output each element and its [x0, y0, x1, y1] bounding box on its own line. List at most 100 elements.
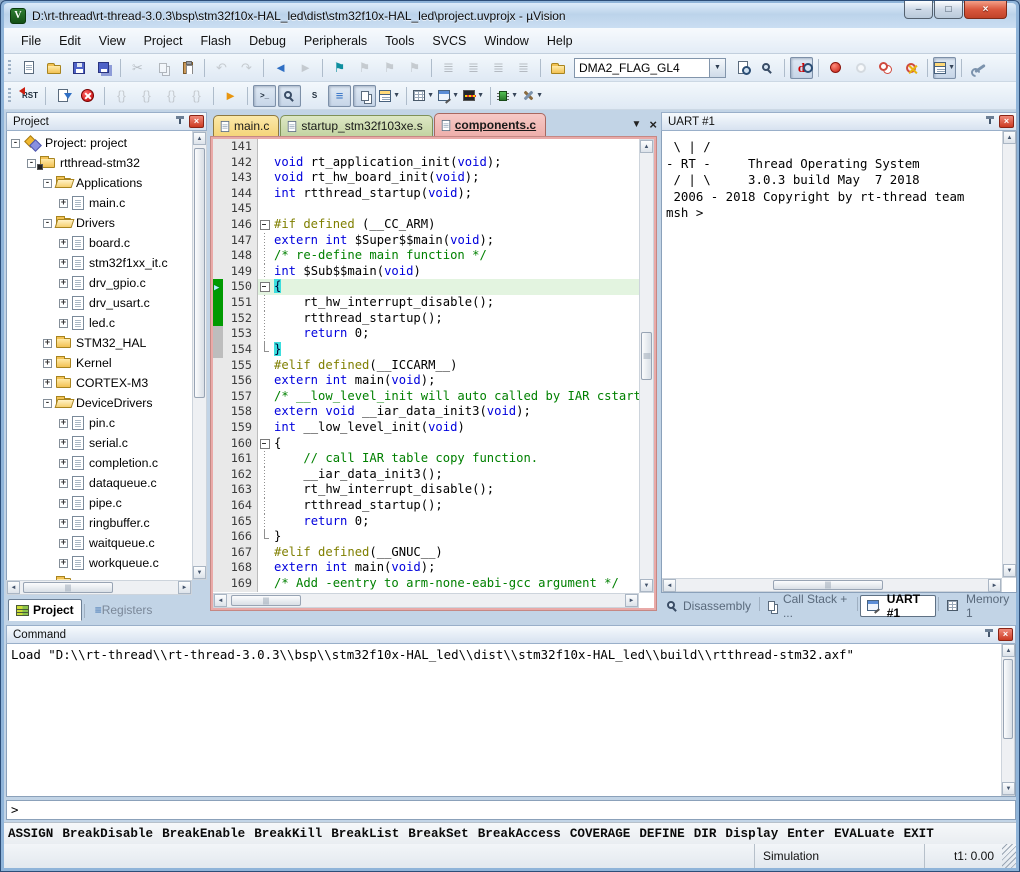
search-combo[interactable]: DMA2_FLAG_GL4▼: [574, 58, 726, 78]
scroll-down-icon[interactable]: ▼: [193, 566, 206, 579]
scroll-left-icon[interactable]: ◄: [663, 579, 676, 592]
tree-item-workqueue-c[interactable]: +workqueue.c: [7, 553, 192, 573]
run-button[interactable]: ►: [219, 85, 242, 107]
tree-item-kernel[interactable]: +Kernel: [7, 353, 192, 373]
tree-item-led-c[interactable]: +led.c: [7, 313, 192, 333]
show-next-statement-button[interactable]: [51, 85, 74, 107]
close-icon[interactable]: ×: [189, 115, 204, 128]
menu-view[interactable]: View: [90, 29, 135, 53]
tree-item-completion-c[interactable]: +completion.c: [7, 453, 192, 473]
paste-button[interactable]: [176, 57, 199, 79]
tab-main-c[interactable]: main.c: [213, 115, 279, 136]
fold-collapse-icon[interactable]: [257, 436, 270, 452]
tree-item-stm32f1xx-it-c[interactable]: +stm32f1xx_it.c: [7, 253, 192, 273]
find-in-files-results-button[interactable]: [731, 57, 754, 79]
incremental-find-button[interactable]: [756, 57, 779, 79]
pin-icon[interactable]: [174, 116, 186, 128]
project-tree-hscrollbar[interactable]: ◄ ►: [6, 580, 192, 595]
breakpoint-kill-all-button[interactable]: [899, 57, 922, 79]
tree-item-project-project[interactable]: -Project: project: [7, 133, 192, 153]
bookmark-clear-button[interactable]: ⚑: [403, 57, 426, 79]
tree-item-main-c[interactable]: +main.c: [7, 193, 192, 213]
command-vscrollbar[interactable]: ▲ ▼: [1001, 644, 1015, 796]
cut-button[interactable]: ✂: [126, 57, 149, 79]
menu-debug[interactable]: Debug: [240, 29, 295, 53]
tab-call-stack[interactable]: Call Stack + ...: [762, 595, 855, 617]
expand-icon[interactable]: +: [59, 499, 68, 508]
undo-button[interactable]: ↶: [210, 57, 233, 79]
scroll-down-icon[interactable]: ▼: [640, 579, 653, 592]
expand-icon[interactable]: +: [59, 299, 68, 308]
scroll-thumb[interactable]: [1003, 659, 1013, 739]
serial-window-button[interactable]: ▼: [437, 85, 460, 107]
expand-icon[interactable]: +: [59, 259, 68, 268]
tree-item-partial[interactable]: [7, 573, 192, 580]
expand-icon[interactable]: +: [43, 339, 52, 348]
restore-button[interactable]: □: [934, 1, 963, 19]
scroll-right-icon[interactable]: ►: [988, 579, 1001, 592]
reset-button[interactable]: RST: [17, 85, 40, 107]
uart-hscrollbar[interactable]: ◄ ►: [662, 578, 1002, 592]
command-input[interactable]: >: [6, 800, 1016, 820]
breakpoint-toggle-button[interactable]: [824, 57, 847, 79]
scroll-up-icon[interactable]: ▲: [1003, 131, 1016, 144]
editor-hscrollbar[interactable]: ◄ ►: [213, 593, 639, 608]
tree-item-dataqueue-c[interactable]: +dataqueue.c: [7, 473, 192, 493]
tree-item-cortex-m3[interactable]: +CORTEX-M3: [7, 373, 192, 393]
tab-project[interactable]: Project: [8, 599, 82, 621]
step-over-button[interactable]: {}: [135, 85, 158, 107]
scroll-right-icon[interactable]: ►: [625, 594, 638, 607]
menu-tools[interactable]: Tools: [376, 29, 423, 53]
expand-icon[interactable]: +: [59, 559, 68, 568]
tree-item-drivers[interactable]: -Drivers: [7, 213, 192, 233]
menu-svcs[interactable]: SVCS: [423, 29, 475, 53]
breakpoint-enable-button[interactable]: [849, 57, 872, 79]
tree-item-pipe-c[interactable]: +pipe.c: [7, 493, 192, 513]
expand-icon[interactable]: +: [59, 239, 68, 248]
scroll-left-icon[interactable]: ◄: [7, 581, 20, 594]
scroll-thumb[interactable]: [194, 148, 205, 398]
code-editor[interactable]: 141142void rt_application_init(void);143…: [213, 139, 639, 593]
menu-window[interactable]: Window: [475, 29, 537, 53]
tree-item-pin-c[interactable]: +pin.c: [7, 413, 192, 433]
close-icon[interactable]: ×: [999, 115, 1014, 128]
tree-item-applications[interactable]: -Applications: [7, 173, 192, 193]
editor-vscrollbar[interactable]: ▲ ▼: [639, 139, 654, 593]
collapse-icon[interactable]: -: [43, 179, 52, 188]
tree-item-ringbuffer-c[interactable]: +ringbuffer.c: [7, 513, 192, 533]
expand-icon[interactable]: +: [59, 199, 68, 208]
tab-memory-1[interactable]: Memory 1: [941, 595, 1017, 617]
breakpoint-disable-all-button[interactable]: [874, 57, 897, 79]
save-all-button[interactable]: [92, 57, 115, 79]
scroll-up-icon[interactable]: ▲: [640, 140, 653, 153]
command-window-button[interactable]: >_: [253, 85, 276, 107]
analysis-window-button[interactable]: ▼: [462, 85, 485, 107]
pin-icon[interactable]: [984, 116, 996, 128]
tree-item-waitqueue-c[interactable]: +waitqueue.c: [7, 533, 192, 553]
scroll-thumb[interactable]: [773, 580, 883, 590]
scroll-down-icon[interactable]: ▼: [1003, 564, 1016, 577]
tree-item-drv-usart-c[interactable]: +drv_usart.c: [7, 293, 192, 313]
memory-window-button[interactable]: ▼: [412, 85, 435, 107]
close-icon[interactable]: ×: [998, 628, 1013, 641]
expand-icon[interactable]: +: [59, 439, 68, 448]
expand-icon[interactable]: +: [59, 519, 68, 528]
collapse-icon[interactable]: -: [43, 399, 52, 408]
system-viewer-button[interactable]: ▼: [496, 85, 519, 107]
redo-button[interactable]: ↷: [235, 57, 258, 79]
nav-back-button[interactable]: ◄: [269, 57, 292, 79]
tree-item-devicedrivers[interactable]: -DeviceDrivers: [7, 393, 192, 413]
uncomment-button[interactable]: ≣: [512, 57, 535, 79]
watch-window-button[interactable]: ▼: [378, 85, 401, 107]
tab-startup-stm32f103xe-s[interactable]: startup_stm32f103xe.s: [280, 115, 432, 136]
chevron-down-icon[interactable]: ▼: [632, 119, 642, 130]
open-file-button[interactable]: [42, 57, 65, 79]
menu-peripherals[interactable]: Peripherals: [295, 29, 376, 53]
menu-flash[interactable]: Flash: [191, 29, 240, 53]
close-button[interactable]: ×: [964, 1, 1007, 19]
collapse-icon[interactable]: -: [11, 139, 20, 148]
expand-icon[interactable]: +: [59, 459, 68, 468]
copy-button[interactable]: [151, 57, 174, 79]
expand-icon[interactable]: +: [59, 419, 68, 428]
tab-registers[interactable]: ≡Registers: [87, 599, 161, 621]
